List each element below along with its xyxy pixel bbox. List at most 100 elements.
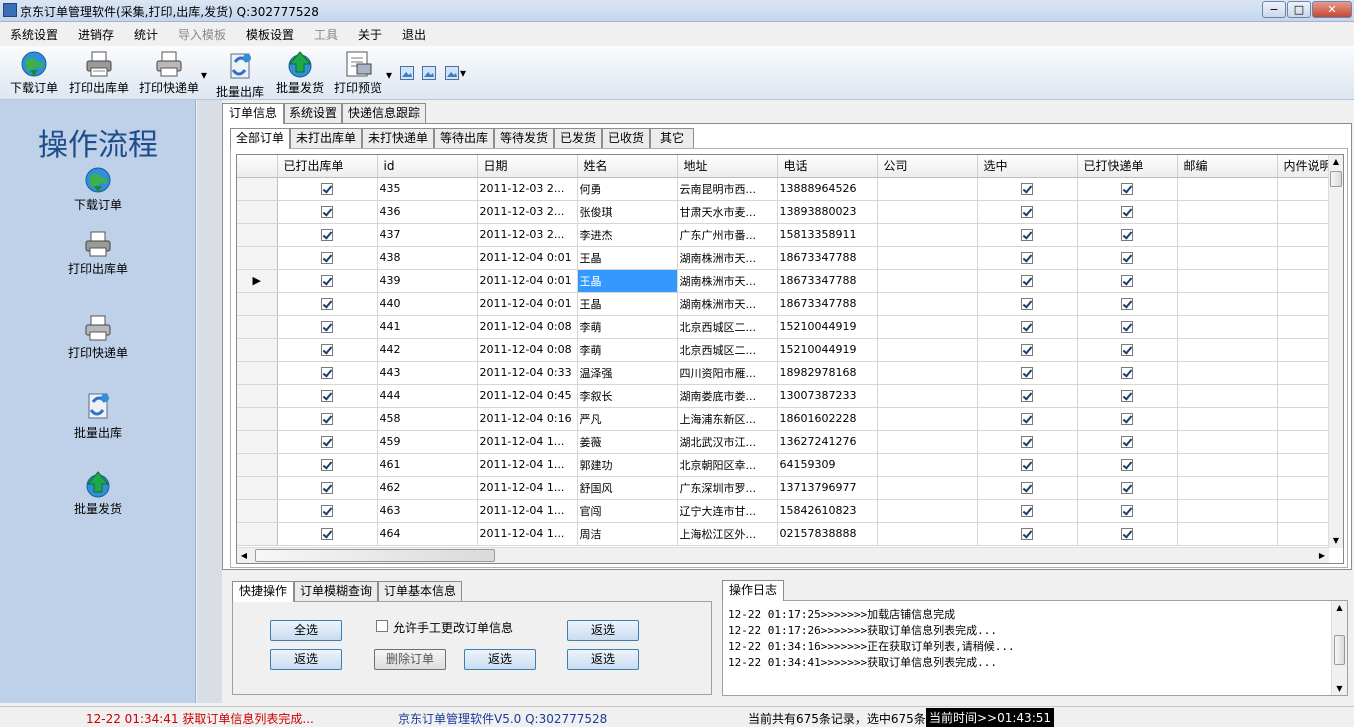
cell-printed-outbound[interactable] <box>277 315 378 339</box>
cell-date[interactable]: 2011-12-04 0:01 <box>477 246 578 270</box>
tab-shipped[interactable]: 已发货 <box>554 128 602 148</box>
cell-selected[interactable] <box>977 407 1078 431</box>
cell-printed-express[interactable] <box>1077 200 1178 224</box>
cell-printed-outbound[interactable] <box>277 407 378 431</box>
grid-vertical-scrollbar[interactable]: ▲ ▼ <box>1328 155 1343 548</box>
cell-phone[interactable]: 15813358911 <box>777 223 878 247</box>
checkbox-checked[interactable] <box>1021 321 1033 333</box>
cell-printed-outbound[interactable] <box>277 476 378 500</box>
checkbox-checked[interactable] <box>1121 229 1133 241</box>
image-icon[interactable] <box>400 66 414 80</box>
checkbox-checked[interactable] <box>321 229 333 241</box>
checkbox-checked[interactable] <box>1021 275 1033 287</box>
cell-zip[interactable] <box>1177 361 1278 385</box>
tab-quick-ops[interactable]: 快捷操作 <box>232 581 294 602</box>
toolbar-download-orders-button[interactable]: 下载订单 <box>8 50 60 96</box>
cell-zip[interactable] <box>1177 407 1278 431</box>
cell-name[interactable]: 李萌 <box>577 315 678 339</box>
cell-id[interactable]: 458 <box>377 407 478 431</box>
checkbox-checked[interactable] <box>321 528 333 540</box>
cell-selected[interactable] <box>977 338 1078 362</box>
checkbox-checked[interactable] <box>1021 390 1033 402</box>
grid-horizontal-scrollbar[interactable]: ◀ ▶ <box>237 547 1329 563</box>
splitter[interactable] <box>197 100 222 703</box>
cell-id[interactable]: 436 <box>377 200 478 224</box>
menu-statistics[interactable]: 统计 <box>134 26 158 43</box>
tab-received[interactable]: 已收货 <box>602 128 650 148</box>
cell-printed-express[interactable] <box>1077 476 1178 500</box>
checkbox-checked[interactable] <box>1021 436 1033 448</box>
cell-id[interactable]: 463 <box>377 499 478 523</box>
cell-address[interactable]: 上海松江区外... <box>677 522 778 546</box>
tab-awaiting-shipment[interactable]: 等待发货 <box>494 128 554 148</box>
checkbox-checked[interactable] <box>1021 528 1033 540</box>
cell-printed-express[interactable] <box>1077 246 1178 270</box>
checkbox-checked[interactable] <box>321 390 333 402</box>
invert-selection-button[interactable]: 返选 <box>464 649 536 670</box>
cell-address[interactable]: 湖南娄底市娄... <box>677 384 778 408</box>
toolbar-print-preview-button[interactable]: 打印预览 <box>332 50 384 96</box>
table-row[interactable]: 463 2011-12-04 1... 官闯 辽宁大连市甘... 15842610823 <box>237 499 1338 523</box>
cell-id[interactable]: 442 <box>377 338 478 362</box>
toolbar-print-outbound-button[interactable]: 打印出库单 <box>68 50 130 96</box>
checkbox-checked[interactable] <box>1021 183 1033 195</box>
cell-company[interactable] <box>877 361 978 385</box>
cell-date[interactable]: 2011-12-03 2... <box>477 177 578 201</box>
cell-phone[interactable]: 15210044919 <box>777 338 878 362</box>
table-row[interactable]: 443 2011-12-04 0:33 温泽强 四川资阳市雁... 1898297816… <box>237 361 1338 385</box>
checkbox-checked[interactable] <box>1121 183 1133 195</box>
invert-selection-button[interactable]: 返选 <box>567 649 639 670</box>
cell-zip[interactable] <box>1177 200 1278 224</box>
scroll-up-icon[interactable]: ▲ <box>1332 603 1347 612</box>
cell-printed-express[interactable] <box>1077 361 1178 385</box>
cell-name[interactable]: 王晶 <box>577 269 678 293</box>
cell-selected[interactable] <box>977 384 1078 408</box>
cell-id[interactable]: 441 <box>377 315 478 339</box>
checkbox-checked[interactable] <box>321 206 333 218</box>
cell-name[interactable]: 王晶 <box>577 246 678 270</box>
cell-phone[interactable]: 18673347788 <box>777 269 878 293</box>
row-header[interactable] <box>237 292 278 316</box>
checkbox-checked[interactable] <box>1121 321 1133 333</box>
cell-company[interactable] <box>877 384 978 408</box>
checkbox-checked[interactable] <box>1121 206 1133 218</box>
checkbox-checked[interactable] <box>1021 367 1033 379</box>
table-row[interactable]: ▶ 439 2011-12-04 0:01 王晶 湖南株洲市天... 1867334778… <box>237 269 1338 293</box>
cell-date[interactable]: 2011-12-04 0:01 <box>477 269 578 293</box>
column-header[interactable]: 日期 <box>477 155 578 178</box>
checkbox-checked[interactable] <box>321 321 333 333</box>
scroll-thumb[interactable] <box>255 549 495 562</box>
table-row[interactable]: 438 2011-12-04 0:01 王晶 湖南株洲市天... 18673347788 <box>237 246 1338 270</box>
cell-id[interactable]: 461 <box>377 453 478 477</box>
cell-phone[interactable]: 18673347788 <box>777 292 878 316</box>
row-header[interactable] <box>237 223 278 247</box>
cell-address[interactable]: 四川资阳市雁... <box>677 361 778 385</box>
cell-date[interactable]: 2011-12-03 2... <box>477 223 578 247</box>
cell-zip[interactable] <box>1177 522 1278 546</box>
cell-printed-outbound[interactable] <box>277 522 378 546</box>
table-row[interactable]: 435 2011-12-03 2... 何勇 云南昆明市西... 13888964526 <box>237 177 1338 201</box>
cell-name[interactable]: 姜薇 <box>577 430 678 454</box>
cell-phone[interactable]: 15842610823 <box>777 499 878 523</box>
checkbox-checked[interactable] <box>1121 367 1133 379</box>
checkbox-checked[interactable] <box>1121 505 1133 517</box>
cell-address[interactable]: 云南昆明市西... <box>677 177 778 201</box>
cell-company[interactable] <box>877 223 978 247</box>
cell-address[interactable]: 广东深圳市罗... <box>677 476 778 500</box>
cell-zip[interactable] <box>1177 223 1278 247</box>
tab-not-printed-outbound[interactable]: 未打出库单 <box>290 128 362 148</box>
invert-selection-button[interactable]: 返选 <box>567 620 639 641</box>
checkbox-checked[interactable] <box>1121 436 1133 448</box>
cell-company[interactable] <box>877 177 978 201</box>
cell-name[interactable]: 舒国风 <box>577 476 678 500</box>
cell-printed-outbound[interactable] <box>277 269 378 293</box>
checkbox-checked[interactable] <box>1021 344 1033 356</box>
cell-printed-express[interactable] <box>1077 223 1178 247</box>
row-header[interactable] <box>237 499 278 523</box>
row-header[interactable] <box>237 453 278 477</box>
cell-printed-express[interactable] <box>1077 292 1178 316</box>
column-header[interactable]: 电话 <box>777 155 878 178</box>
sidebar-item-batch-out[interactable]: 批量出库 <box>0 390 196 441</box>
column-header[interactable]: 地址 <box>677 155 778 178</box>
cell-address[interactable]: 广东广州市番... <box>677 223 778 247</box>
